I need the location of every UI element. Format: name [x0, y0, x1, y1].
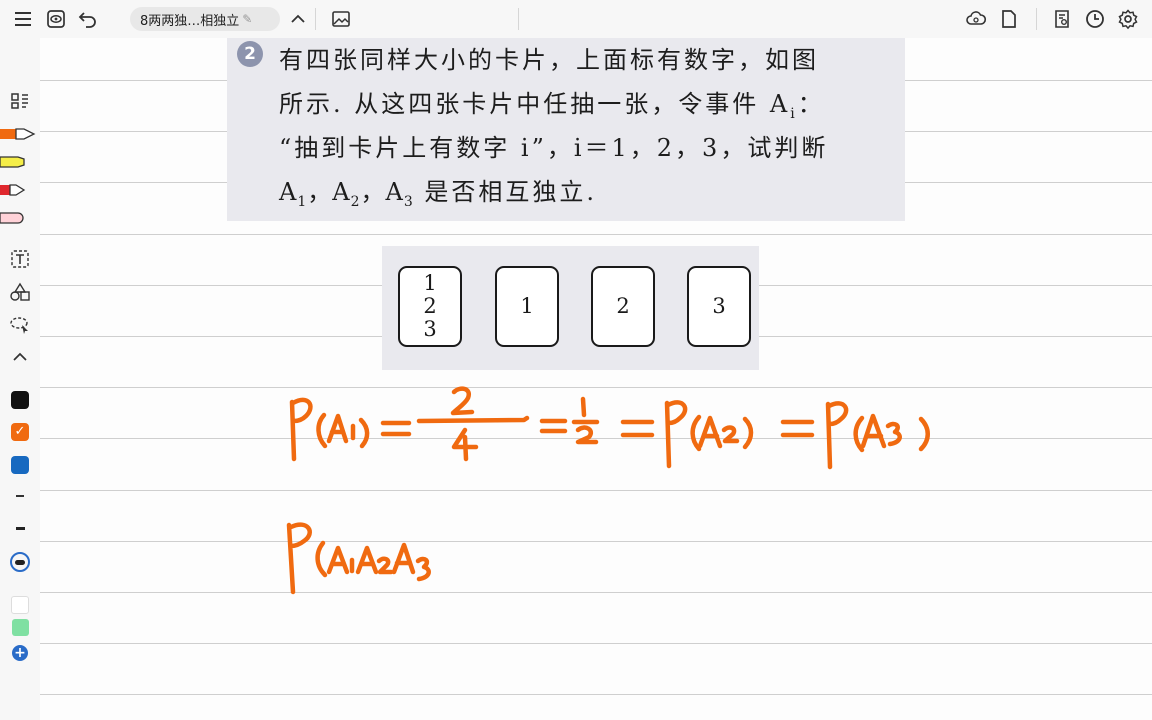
- shapes-icon[interactable]: [0, 281, 40, 303]
- add-color-icon[interactable]: +: [0, 642, 40, 664]
- toolbar-divider: [1036, 8, 1037, 30]
- cloud-icon[interactable]: [963, 6, 989, 32]
- color-swatch-orange-selected[interactable]: ✓: [0, 421, 40, 443]
- stroke-thin[interactable]: [0, 490, 40, 502]
- settings-icon[interactable]: [1115, 6, 1141, 32]
- document-tab[interactable]: 8两两独…相独立 ✎: [130, 7, 280, 31]
- toolbar-divider: [518, 8, 519, 30]
- stroke-thick-selected[interactable]: [0, 551, 40, 573]
- view-icon[interactable]: [43, 6, 69, 32]
- document-title: 8两两独…相独立: [140, 13, 240, 29]
- color-swatch-white[interactable]: [0, 594, 40, 616]
- handwritten-line-1: [289, 386, 930, 470]
- undo-icon[interactable]: [75, 6, 101, 32]
- page-icon[interactable]: [996, 6, 1022, 32]
- text-tool-icon[interactable]: [0, 248, 40, 270]
- highlighter-yellow[interactable]: [0, 152, 40, 172]
- lasso-icon[interactable]: [0, 314, 40, 336]
- layout-icon[interactable]: [0, 90, 40, 112]
- menu-icon[interactable]: [10, 6, 36, 32]
- chevron-up-icon[interactable]: [285, 6, 311, 32]
- rename-pen-icon[interactable]: ✎: [242, 12, 252, 26]
- collapse-icon[interactable]: [0, 347, 40, 367]
- handwriting-layer: [286, 386, 930, 595]
- pen-orange[interactable]: [0, 124, 40, 144]
- toolbar-divider: [315, 8, 316, 30]
- eraser[interactable]: [0, 208, 40, 228]
- color-swatch-black[interactable]: [0, 389, 40, 411]
- left-toolbar: ✓ +: [0, 38, 40, 720]
- color-swatch-green[interactable]: [0, 616, 40, 638]
- handwritten-line-2: [286, 522, 431, 595]
- stroke-medium[interactable]: [0, 522, 40, 534]
- image-icon[interactable]: [328, 6, 354, 32]
- pen-red[interactable]: [0, 180, 40, 200]
- clock-icon[interactable]: [1082, 6, 1108, 32]
- top-toolbar: 8两两独…相独立 ✎: [0, 0, 1152, 38]
- color-swatch-blue[interactable]: [0, 454, 40, 476]
- search-doc-icon[interactable]: [1049, 6, 1075, 32]
- notebook-page[interactable]: 2 有四张同样大小的卡片，上面标有数字，如图 所示. 从这四张卡片中任抽一张，令…: [40, 38, 1152, 720]
